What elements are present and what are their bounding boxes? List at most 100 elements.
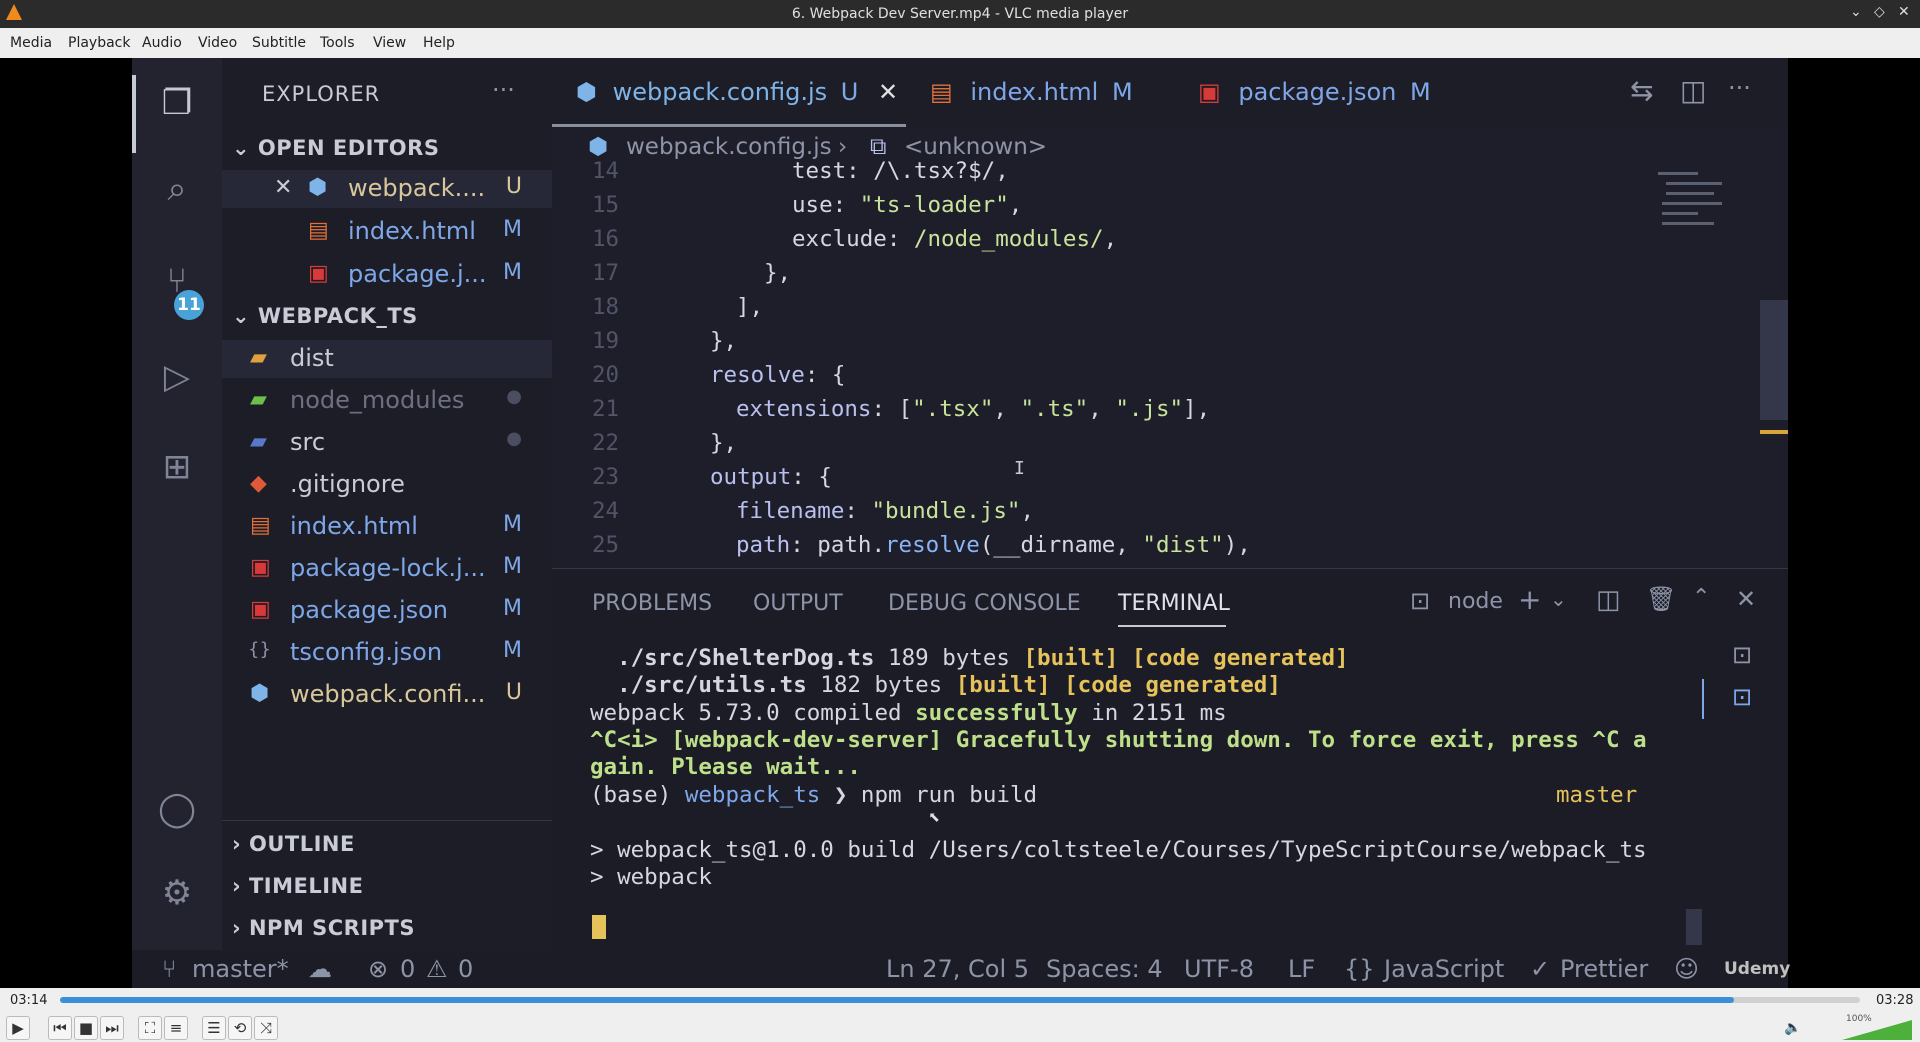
shuffle-button[interactable]: ⤨ <box>254 1016 278 1040</box>
file-name: src <box>290 428 326 456</box>
menu-help[interactable]: Help <box>423 35 455 51</box>
project-header[interactable]: ⌄ WEBPACK_TS <box>232 304 418 328</box>
tab-problems[interactable]: PROBLEMS <box>592 591 712 616</box>
tab-output[interactable]: OUTPUT <box>753 591 843 616</box>
timeline-header[interactable]: › TIMELINE <box>232 874 363 898</box>
close-button[interactable]: ✕ <box>1898 4 1910 20</box>
status-branch[interactable]: master* <box>192 955 289 983</box>
open-editor-item[interactable]: ✕ ⬢ webpack.... U <box>222 170 552 208</box>
file-item[interactable]: ▣ package.json M <box>222 592 552 630</box>
menu-view[interactable]: View <box>373 35 406 51</box>
trash-icon[interactable]: 🗑 <box>1646 585 1676 613</box>
status-errors[interactable]: 0 <box>400 955 415 983</box>
editor-tab-bar: ⬢ webpack.config.js U ✕ ▤ index.html M ▣… <box>552 58 1788 128</box>
json-file-icon: {} <box>248 639 271 660</box>
open-editor-item[interactable]: ▤ index.html M <box>222 213 552 251</box>
breadcrumb-file[interactable]: webpack.config.js <box>626 134 832 160</box>
terminal-output[interactable]: ./src/ShelterDog.ts 189 bytes [built] [c… <box>590 645 1700 945</box>
run-debug-icon[interactable]: ▷ <box>154 354 200 400</box>
npm-scripts-header[interactable]: › NPM SCRIPTS <box>232 916 415 940</box>
compare-changes-icon[interactable]: ⇆ <box>1630 74 1653 107</box>
loop-button[interactable]: ⟲ <box>228 1016 252 1040</box>
chevron-right-icon: › <box>232 874 249 898</box>
code-line: filename: "bundle.js", <box>736 498 1035 524</box>
sync-icon[interactable]: ☁ <box>308 955 332 983</box>
volume-slider[interactable] <box>1842 1020 1912 1040</box>
next-button[interactable]: ⏭ <box>100 1016 124 1040</box>
speaker-icon[interactable]: 🔈 <box>1784 1020 1801 1036</box>
tab-package-json[interactable]: ▣ package.json M <box>1198 78 1431 106</box>
split-editor-icon[interactable]: ◫ <box>1680 74 1706 107</box>
file-item[interactable]: ⬢ webpack.confi... U <box>222 676 552 714</box>
file-badge: ● <box>506 428 522 449</box>
minimize-button[interactable]: ⌄ <box>1850 4 1862 20</box>
editor-scrollbar[interactable] <box>1760 300 1788 420</box>
status-spaces[interactable]: Spaces: 4 <box>1046 955 1163 983</box>
file-item[interactable]: ▰ src ● <box>222 424 552 462</box>
menu-subtitle[interactable]: Subtitle <box>252 35 306 51</box>
file-item[interactable]: ▣ package-lock.j... M <box>222 550 552 588</box>
more-actions-icon[interactable]: ··· <box>1728 74 1751 102</box>
tab-label: webpack.config.js <box>612 78 828 106</box>
stop-button[interactable]: ■ <box>74 1016 98 1040</box>
tab-debug-console[interactable]: DEBUG CONSOLE <box>888 591 1081 616</box>
account-icon[interactable]: ◯ <box>154 786 200 832</box>
close-icon[interactable]: ✕ <box>274 175 292 200</box>
code-line: }, <box>710 328 738 354</box>
menu-video[interactable]: Video <box>198 35 237 51</box>
terminal-instance-icon[interactable]: ⊡ <box>1732 641 1752 669</box>
status-language[interactable]: JavaScript <box>1384 955 1504 983</box>
playlist-button[interactable]: ☰ <box>202 1016 226 1040</box>
close-icon[interactable]: ✕ <box>878 78 898 106</box>
menu-audio[interactable]: Audio <box>142 35 182 51</box>
file-item[interactable]: ▤ index.html M <box>222 508 552 546</box>
status-warnings[interactable]: 0 <box>458 955 473 983</box>
close-panel-icon[interactable]: ✕ <box>1736 585 1756 613</box>
minimap[interactable] <box>1658 168 1768 248</box>
breadcrumb-symbol[interactable]: <unknown> <box>904 134 1047 160</box>
search-icon[interactable]: ⌕ <box>154 166 200 212</box>
status-position[interactable]: Ln 27, Col 5 <box>886 955 1029 983</box>
new-terminal-icon[interactable]: + <box>1518 583 1541 616</box>
tab-index-html[interactable]: ▤ index.html M <box>930 78 1133 106</box>
play-button[interactable]: ▶ <box>6 1016 30 1040</box>
file-item[interactable]: ◆ .gitignore <box>222 466 552 504</box>
open-editors-header[interactable]: ⌄ OPEN EDITORS <box>232 136 439 160</box>
open-editor-item[interactable]: ▣ package.j... M <box>222 256 552 294</box>
extensions-icon[interactable]: ⊞ <box>154 444 200 490</box>
previous-button[interactable]: ⏮ <box>48 1016 72 1040</box>
tab-badge: M <box>1409 78 1431 106</box>
menu-tools[interactable]: Tools <box>320 35 355 51</box>
explorer-more-icon[interactable]: ··· <box>492 76 515 104</box>
file-name: .gitignore <box>290 470 405 498</box>
file-item[interactable]: ▰ dist <box>222 340 552 378</box>
tab-webpack-config[interactable]: ⬢ webpack.config.js U ✕ <box>576 78 898 106</box>
webpack-file-icon: ⬢ <box>588 134 609 160</box>
menu-media[interactable]: Media <box>10 35 52 51</box>
code-editor[interactable]: 14 test: /\.tsx?$/, 15 use: "ts-loader",… <box>552 158 1788 568</box>
fullscreen-button[interactable]: ⛶ <box>138 1016 162 1040</box>
maximize-button[interactable]: ◇ <box>1874 4 1885 20</box>
menu-playback[interactable]: Playback <box>68 35 130 51</box>
feedback-icon[interactable]: ☺ <box>1674 955 1699 983</box>
files-icon[interactable]: ❐ <box>154 80 200 126</box>
active-indicator <box>132 75 136 153</box>
terminal-instance-icon[interactable]: ⊡ <box>1732 683 1752 711</box>
file-item[interactable]: ▰ node_modules ● <box>222 382 552 420</box>
terminal-prompt: (base) webpack_ts ❯ npm run build <box>590 782 1038 808</box>
code-line: path: path.resolve(__dirname, "dist"), <box>736 532 1251 558</box>
tab-terminal[interactable]: TERMINAL <box>1118 591 1230 616</box>
maximize-panel-icon[interactable]: ⌃ <box>1692 585 1710 610</box>
status-eol[interactable]: LF <box>1288 955 1315 983</box>
outline-header[interactable]: › OUTLINE <box>232 832 355 856</box>
extended-settings-button[interactable]: ≡ <box>164 1016 188 1040</box>
file-item[interactable]: {} tsconfig.json M <box>222 634 552 672</box>
settings-gear-icon[interactable]: ⚙ <box>154 870 200 916</box>
status-encoding[interactable]: UTF-8 <box>1184 955 1254 983</box>
status-formatter[interactable]: Prettier <box>1560 955 1648 983</box>
terminal-shell-label[interactable]: node <box>1448 589 1503 614</box>
split-terminal-icon[interactable]: ◫ <box>1596 585 1621 615</box>
braces-icon: {} <box>1344 955 1375 983</box>
text-cursor-icon: I <box>1014 458 1025 479</box>
chevron-down-icon[interactable]: ⌄ <box>1550 587 1567 611</box>
